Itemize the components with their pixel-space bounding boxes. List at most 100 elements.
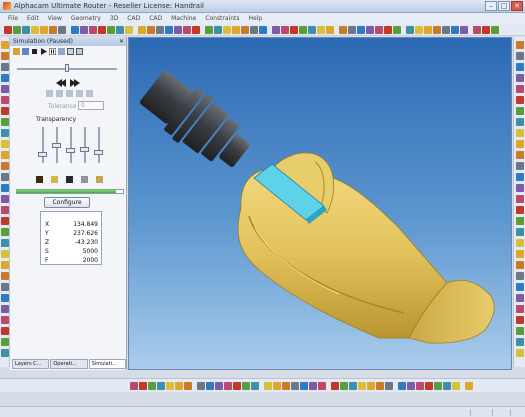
toolbar-button-icon[interactable] (516, 41, 524, 49)
toolbar-button-icon[interactable] (366, 25, 374, 34)
menu-cad[interactable]: CAD (127, 15, 140, 22)
toolbar-button-icon[interactable] (1, 272, 9, 280)
toolbar-button-icon[interactable] (452, 381, 460, 390)
toolbar-button-icon[interactable] (1, 294, 9, 302)
toolbar-button-icon[interactable] (340, 381, 348, 390)
toolbar-button-icon[interactable] (156, 25, 164, 34)
toolbar-button-icon[interactable] (205, 25, 213, 34)
menu-constraints[interactable]: Constraints (205, 15, 239, 22)
toolbar-button-icon[interactable] (1, 52, 9, 60)
toolbar-button-icon[interactable] (1, 118, 9, 126)
toolbar-button-icon[interactable] (516, 338, 524, 346)
mode-button-5[interactable] (86, 90, 93, 97)
toolbar-button-icon[interactable] (1, 217, 9, 225)
display-icon[interactable] (22, 47, 29, 55)
toolbar-button-icon[interactable] (1, 74, 9, 82)
toolbar-button-icon[interactable] (1, 283, 9, 291)
play-icon[interactable] (40, 47, 47, 55)
3d-viewport[interactable] (128, 37, 512, 370)
toolbar-button-icon[interactable] (516, 173, 524, 181)
toolbar-button-icon[interactable] (309, 381, 317, 390)
tab-layers[interactable]: Layers C... (12, 359, 50, 369)
toolbar-button-icon[interactable] (516, 250, 524, 258)
toolbar-button-icon[interactable] (326, 25, 334, 34)
toolbar-button-icon[interactable] (516, 239, 524, 247)
mode-button-1[interactable] (46, 90, 53, 97)
toolbar-button-icon[interactable] (1, 338, 9, 346)
toolbar-button-icon[interactable] (130, 381, 138, 390)
toolbar-button-icon[interactable] (516, 140, 524, 148)
tab-operations[interactable]: Operati... (50, 359, 88, 369)
folder-icon[interactable] (13, 47, 20, 55)
mode-button-2[interactable] (56, 90, 63, 97)
toolbar-button-icon[interactable] (384, 25, 392, 34)
transparency-slider-thumb[interactable] (38, 152, 47, 157)
toolbar-button-icon[interactable] (273, 381, 281, 390)
toolbar-button-icon[interactable] (192, 25, 200, 34)
transparency-slider-track[interactable] (70, 127, 72, 163)
toolbar-button-icon[interactable] (393, 25, 401, 34)
toolbar-button-icon[interactable] (259, 25, 267, 34)
toolbar-button-icon[interactable] (272, 25, 280, 34)
toolbar-button-icon[interactable] (1, 96, 9, 104)
toolbar-button-icon[interactable] (385, 381, 393, 390)
toolbar-button-icon[interactable] (22, 25, 30, 34)
toolbar-button-icon[interactable] (116, 25, 124, 34)
toolbar-button-icon[interactable] (482, 25, 490, 34)
toolbar-button-icon[interactable] (516, 96, 524, 104)
toolbar-button-icon[interactable] (1, 107, 9, 115)
toolbar-button-icon[interactable] (233, 381, 241, 390)
toolbar-button-icon[interactable] (376, 381, 384, 390)
toolbar-button-icon[interactable] (40, 25, 48, 34)
toolbar-button-icon[interactable] (424, 25, 432, 34)
toolbar-button-icon[interactable] (516, 184, 524, 192)
toolbar-button-icon[interactable] (251, 381, 259, 390)
configure-button[interactable]: Configure (44, 197, 90, 208)
menu-edit[interactable]: Edit (27, 15, 39, 22)
toolbar-button-icon[interactable] (281, 25, 289, 34)
toolbar-button-icon[interactable] (308, 25, 316, 34)
toolbar-button-icon[interactable] (473, 25, 481, 34)
toolbar-button-icon[interactable] (1, 239, 9, 247)
toolbar-button-icon[interactable] (166, 381, 174, 390)
toolbar-button-icon[interactable] (31, 25, 39, 34)
toolbar-button-icon[interactable] (516, 107, 524, 115)
toolbar-button-icon[interactable] (107, 25, 115, 34)
toolbar-button-icon[interactable] (516, 63, 524, 71)
maximize-button[interactable]: □ (498, 1, 510, 11)
toolbar-button-icon[interactable] (516, 283, 524, 291)
toolbar-button-icon[interactable] (1, 85, 9, 93)
toolbar-button-icon[interactable] (125, 25, 133, 34)
toolbar-button-icon[interactable] (357, 25, 365, 34)
mode-button-3[interactable] (66, 90, 73, 97)
toolbar-button-icon[interactable] (516, 349, 524, 357)
toolbar-button-icon[interactable] (174, 25, 182, 34)
toolbar-button-icon[interactable] (516, 129, 524, 137)
toolbar-button-icon[interactable] (139, 381, 147, 390)
toolbar-button-icon[interactable] (516, 85, 524, 93)
step-icon[interactable] (58, 47, 65, 55)
toolbar-button-icon[interactable] (1, 327, 9, 335)
toolbar-button-icon[interactable] (339, 25, 347, 34)
toolbar-button-icon[interactable] (241, 25, 249, 34)
toolbar-button-icon[interactable] (98, 25, 106, 34)
toolbar-button-icon[interactable] (197, 381, 205, 390)
toolbar-button-icon[interactable] (491, 25, 499, 34)
toolbar-button-icon[interactable] (1, 228, 9, 236)
view-icon[interactable] (67, 47, 74, 55)
toolbar-button-icon[interactable] (89, 25, 97, 34)
toolbar-button-icon[interactable] (465, 381, 473, 390)
options-icon[interactable] (76, 47, 83, 55)
menu-view[interactable]: View (48, 15, 62, 22)
toolbar-button-icon[interactable] (71, 25, 79, 34)
toolbar-button-icon[interactable] (516, 74, 524, 82)
toolbar-button-icon[interactable] (442, 25, 450, 34)
toolbar-button-icon[interactable] (516, 195, 524, 203)
toolbar-button-icon[interactable] (1, 261, 9, 269)
transparency-slider-track[interactable] (84, 127, 86, 163)
toolbar-button-icon[interactable] (375, 25, 383, 34)
toolbar-button-icon[interactable] (516, 327, 524, 335)
toolbar-button-icon[interactable] (516, 272, 524, 280)
toolbar-button-icon[interactable] (416, 381, 424, 390)
toolbar-button-icon[interactable] (147, 25, 155, 34)
